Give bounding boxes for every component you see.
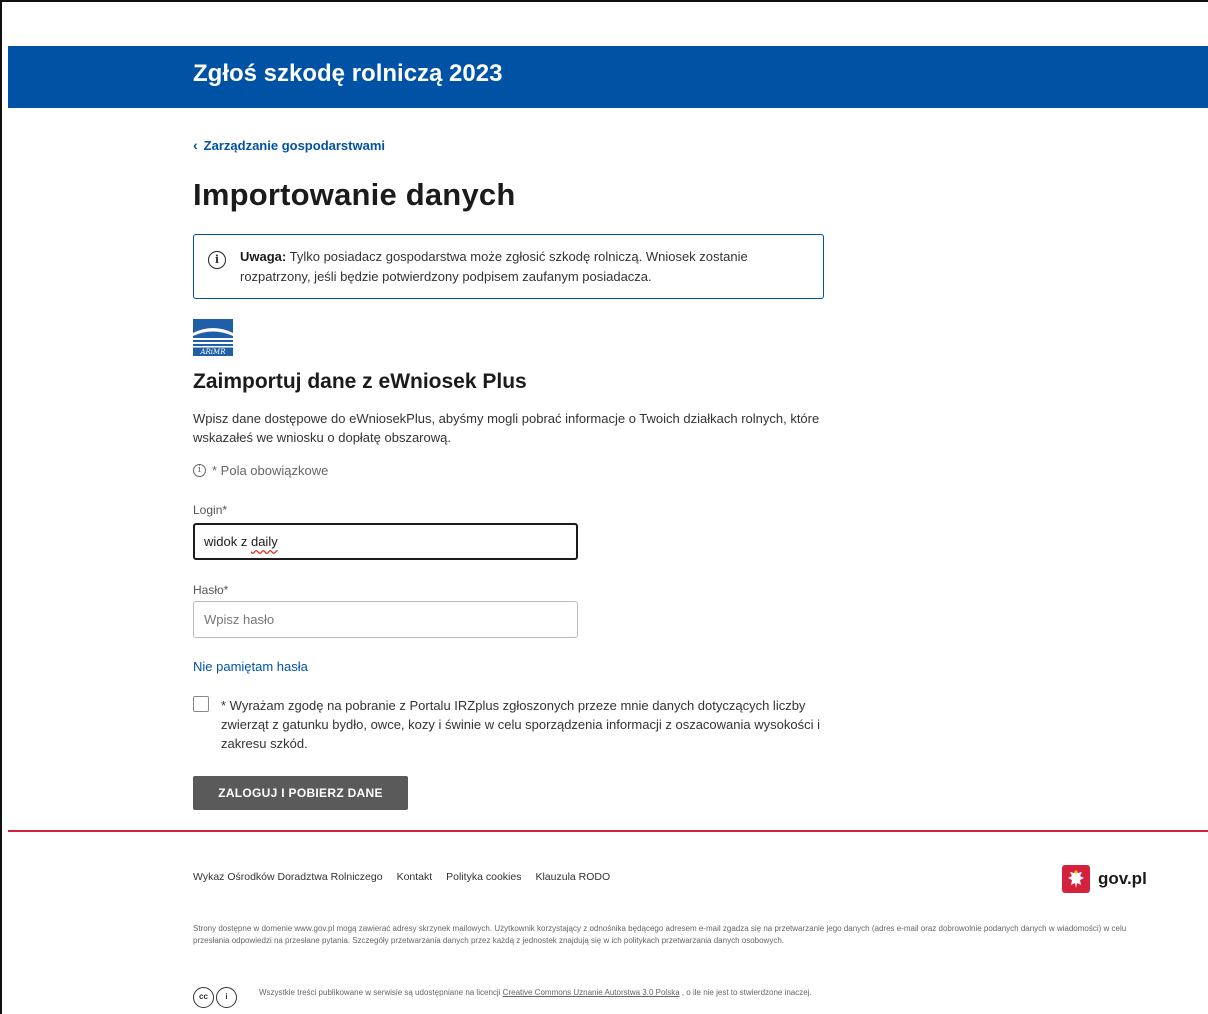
required-note-text: * Pola obowiązkowe — [212, 463, 329, 478]
cc-by-icon: i — [216, 987, 237, 1008]
browser-viewport — [0, 0, 1208, 1014]
alert-strong: Uwaga: — [240, 249, 287, 264]
footer-link-contact[interactable]: Kontakt — [397, 871, 433, 883]
arimr-logo: ARiMR — [193, 319, 233, 356]
svg-text:ARiMR: ARiMR — [199, 348, 226, 356]
license-text: Wszystkie treści publikowane w serwisie … — [259, 988, 859, 998]
password-input[interactable]: Wpisz hasło — [193, 601, 578, 638]
site-title[interactable]: Zgłoś szkodę rolniczą 2023 — [193, 60, 502, 88]
back-link[interactable]: ‹ Zarządzanie gospodarstwami — [193, 137, 385, 153]
section-title: Zaimportuj dane z eWniosek Plus — [193, 370, 527, 393]
consent-text: * Wyrażam zgodę na pobranie z Portalu IR… — [221, 698, 820, 751]
license-link[interactable]: Creative Commons Uznanie Autorstwa 3.0 P… — [503, 988, 680, 997]
chevron-left-icon: ‹ — [193, 137, 198, 153]
login-value: widok z — [204, 534, 251, 549]
license-prefix: Wszystkie treści publikowane w serwisie … — [259, 988, 503, 997]
cc-icon: cc — [193, 987, 214, 1008]
govpl-logo[interactable]: gov.pl — [1062, 865, 1147, 893]
login-input[interactable]: widok z daily — [193, 523, 578, 560]
govpl-text: gov.pl — [1098, 869, 1147, 888]
license-notice: cc i Wszystkie treści publikowane w serw… — [193, 987, 893, 1009]
info-icon: i — [208, 251, 226, 269]
notice-alert: i Uwaga: Tylko posiadacz gospodarstwa mo… — [193, 234, 824, 299]
footer-divider — [8, 830, 1208, 832]
password-label: Hasło* — [193, 583, 229, 597]
section-description: Wpisz dane dostępowe do eWniosekPlus, ab… — [193, 411, 820, 445]
cc-icons: cc i — [193, 987, 237, 1008]
footer-link-rodo[interactable]: Klauzula RODO — [535, 871, 610, 883]
footer-links: Wykaz Ośrodków Doradztwa Rolniczego Kont… — [193, 871, 610, 883]
required-fields-note: i * Pola obowiązkowe — [193, 463, 328, 478]
consent-checkbox[interactable] — [193, 696, 209, 712]
login-and-fetch-button[interactable]: ZALOGUJ I POBIERZ DANE — [193, 776, 408, 810]
back-link-label: Zarządzanie gospodarstwami — [203, 137, 385, 153]
site-header: Zgłoś szkodę rolniczą 2023 — [8, 46, 1208, 108]
info-icon: i — [193, 464, 206, 477]
login-label: Login* — [193, 503, 228, 517]
footer-link-cookies[interactable]: Polityka cookies — [446, 871, 521, 883]
forgot-password-link[interactable]: Nie pamiętam hasła — [193, 659, 308, 674]
footer-link-odr[interactable]: Wykaz Ośrodków Doradztwa Rolniczego — [193, 871, 383, 883]
license-suffix: , o ile nie jest to stwierdzone inaczej. — [679, 988, 812, 997]
alert-text: Tylko posiadacz gospodarstwa może zgłosi… — [240, 249, 748, 284]
page-title: Importowanie danych — [193, 177, 516, 212]
footer-disclaimer: Strony dostępne w domenie www.gov.pl mog… — [193, 924, 1127, 945]
login-value-misspelled: daily — [250, 534, 278, 549]
polish-eagle-icon — [1062, 865, 1090, 893]
